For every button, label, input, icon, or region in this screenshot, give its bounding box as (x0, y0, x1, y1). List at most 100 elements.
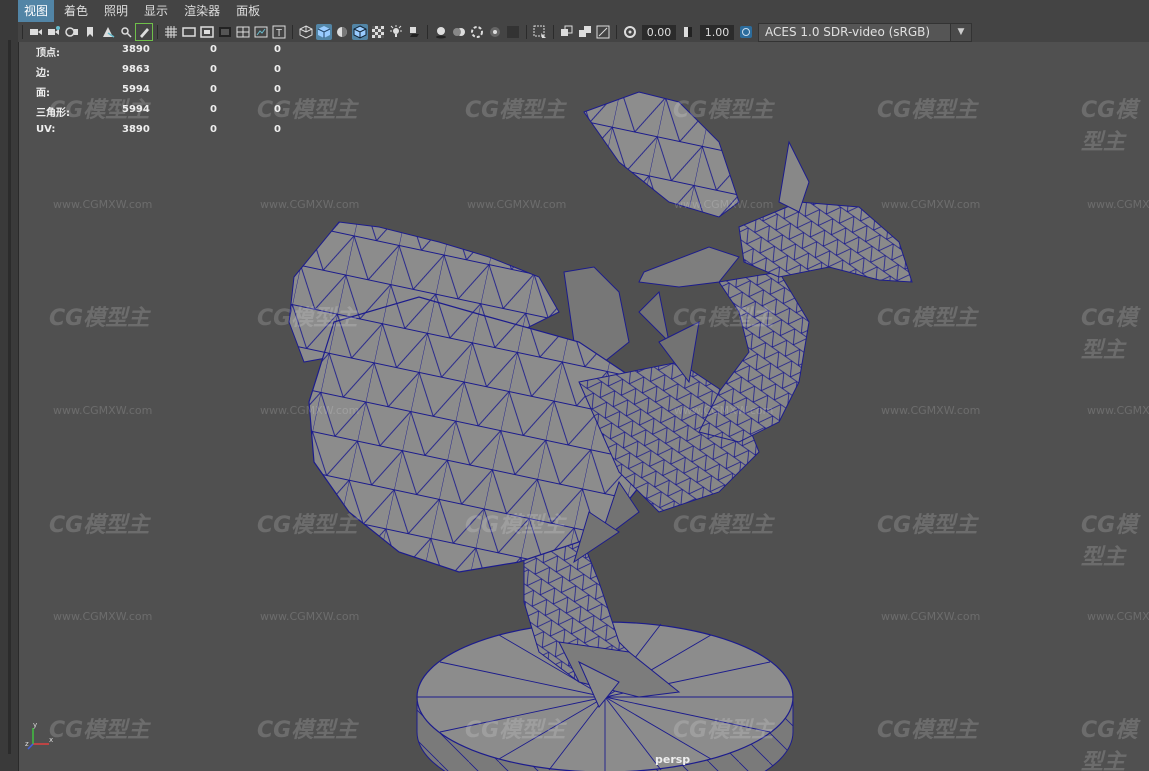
backface-culling-icon[interactable] (595, 24, 611, 40)
menu-panels[interactable]: 面板 (230, 0, 266, 22)
watermark-url: www.CGMXW.com (260, 198, 360, 211)
resolution-gate-icon[interactable] (199, 24, 215, 40)
hud-label: 顶点: (36, 48, 60, 59)
watermark-logo: CG模型主 (49, 718, 150, 743)
xray-joints-icon[interactable] (559, 24, 575, 40)
watermark-url: www.CGMXW.com (1087, 404, 1149, 417)
hud-value: 0 (210, 124, 217, 135)
watermark-url: www.CGMXW.com (53, 198, 153, 211)
watermark-url: www.CGMXW.com (467, 198, 567, 211)
use-all-lights-icon[interactable] (388, 24, 404, 40)
panel-scrollbar[interactable] (8, 40, 11, 754)
menu-show[interactable]: 显示 (138, 0, 174, 22)
hud-row-triangles: 三角形: 5994 0 0 (36, 104, 314, 124)
watermark-logo: CG模型主 (1081, 98, 1138, 155)
hud-value: 0 (210, 84, 217, 95)
safe-title-icon[interactable]: T (271, 24, 287, 40)
watermark-logo: CG模型主 (877, 718, 978, 743)
2d-pan-zoom-icon[interactable] (100, 24, 116, 40)
watermark-url: www.CGMXW.com (1087, 610, 1149, 623)
watermark-url: www.CGMXW.com (881, 610, 981, 623)
watermark-logo: CG模型主 (673, 513, 774, 538)
wireframe-on-shaded-icon[interactable] (352, 24, 368, 40)
perspective-viewport[interactable]: CG模型主 CG模型主 CG模型主 CG模型主 CG模型主 CG模型主 CG模型… (19, 42, 1149, 771)
camera-attributes-icon[interactable] (46, 24, 62, 40)
menu-lighting[interactable]: 照明 (98, 0, 134, 22)
menu-view[interactable]: 视图 (18, 0, 55, 22)
exposure-field[interactable]: 0.00 (642, 24, 676, 40)
left-panel-strip (0, 0, 19, 771)
default-material-icon[interactable] (334, 24, 350, 40)
watermark-logo: CG模型主 (257, 718, 358, 743)
select-camera-icon[interactable] (28, 24, 44, 40)
watermark-url: www.CGMXW.com (674, 198, 774, 211)
watermark-logo: CG模型主 (49, 306, 150, 331)
menu-renderer[interactable]: 渲染器 (178, 0, 226, 22)
film-gate-icon[interactable] (181, 24, 197, 40)
poly-count-hud: 顶点: 3890 0 0 边: 9863 0 0 面: 5994 0 0 三角形… (36, 44, 314, 144)
textured-icon[interactable] (370, 24, 386, 40)
hud-value: 3890 (122, 44, 150, 55)
gamma-field[interactable]: 1.00 (700, 24, 734, 40)
color-management-dropdown[interactable]: ACES 1.0 SDR-video (sRGB) ▼ (758, 22, 972, 42)
watermark-logo: CG模型主 (877, 513, 978, 538)
gate-mask-icon[interactable] (217, 24, 233, 40)
axis-label-x: x (49, 736, 53, 744)
hud-label: 边: (36, 68, 50, 79)
gamma-icon[interactable] (680, 24, 696, 40)
toolbar-divider (292, 25, 293, 39)
axis-label-y: y (33, 722, 37, 729)
safe-action-icon[interactable] (253, 24, 269, 40)
hud-label: UV: (36, 124, 56, 135)
watermark-logo: CG模型主 (465, 98, 566, 123)
toolbar-divider (427, 25, 428, 39)
hud-value: 0 (210, 44, 217, 55)
maya-window: 视图 着色 照明 显示 渲染器 面板 T 0.00 1.00 ACES 1.0 … (0, 0, 1149, 771)
color-management-value: ACES 1.0 SDR-video (sRGB) (765, 24, 931, 39)
watermark-logo: CG模型主 (1081, 513, 1138, 570)
hud-value: 0 (210, 64, 217, 75)
smooth-shade-icon[interactable] (316, 24, 332, 40)
hud-value: 5994 (122, 104, 150, 115)
image-plane-icon[interactable] (82, 24, 98, 40)
isolate-select-icon[interactable] (505, 24, 521, 40)
camera-name-label: persp (655, 753, 691, 766)
toolbar-divider (616, 25, 617, 39)
toolbar-divider (553, 25, 554, 39)
watermark-url: www.CGMXW.com (260, 404, 360, 417)
toolbar-divider (526, 25, 527, 39)
wireframe-icon[interactable] (298, 24, 314, 40)
motion-blur-icon[interactable] (451, 24, 467, 40)
exposure-icon[interactable] (622, 24, 638, 40)
bookmarks-icon[interactable] (64, 24, 80, 40)
screen-space-ao-icon[interactable] (433, 24, 449, 40)
view-transform-icon[interactable] (738, 24, 754, 40)
watermark-logo: CG模型主 (257, 306, 358, 331)
grease-pencil-icon[interactable] (118, 24, 134, 40)
chevron-down-icon[interactable]: ▼ (950, 23, 971, 41)
hud-row-edges: 边: 9863 0 0 (36, 64, 314, 84)
depth-of-field-icon[interactable] (487, 24, 503, 40)
menu-shading[interactable]: 着色 (58, 0, 94, 22)
panel-toolbar: T 0.00 1.00 ACES 1.0 SDR-video (sRGB) ▼ (18, 22, 1149, 42)
toolbar-divider (22, 25, 23, 39)
multisample-aa-icon[interactable] (469, 24, 485, 40)
watermark-logo: CG模型主 (673, 306, 774, 331)
field-chart-icon[interactable] (235, 24, 251, 40)
xray-icon[interactable] (532, 24, 548, 40)
hud-value: 5994 (122, 84, 150, 95)
pencil-icon[interactable] (135, 23, 153, 41)
watermark-url: www.CGMXW.com (53, 610, 153, 623)
hud-row-uvs: UV: 3890 0 0 (36, 124, 314, 144)
hud-value: 0 (274, 104, 281, 115)
watermark-logo: CG模型主 (465, 513, 566, 538)
grid-icon[interactable] (163, 24, 179, 40)
shadows-icon[interactable] (406, 24, 422, 40)
hud-value: 3890 (122, 124, 150, 135)
xray-active-icon[interactable] (577, 24, 593, 40)
watermark-logo: CG模型主 (257, 513, 358, 538)
watermark-logo: CG模型主 (673, 98, 774, 123)
hud-label: 三角形: (36, 108, 70, 119)
watermark-logo: CG模型主 (877, 98, 978, 123)
watermark-logo: CG模型主 (465, 718, 566, 743)
